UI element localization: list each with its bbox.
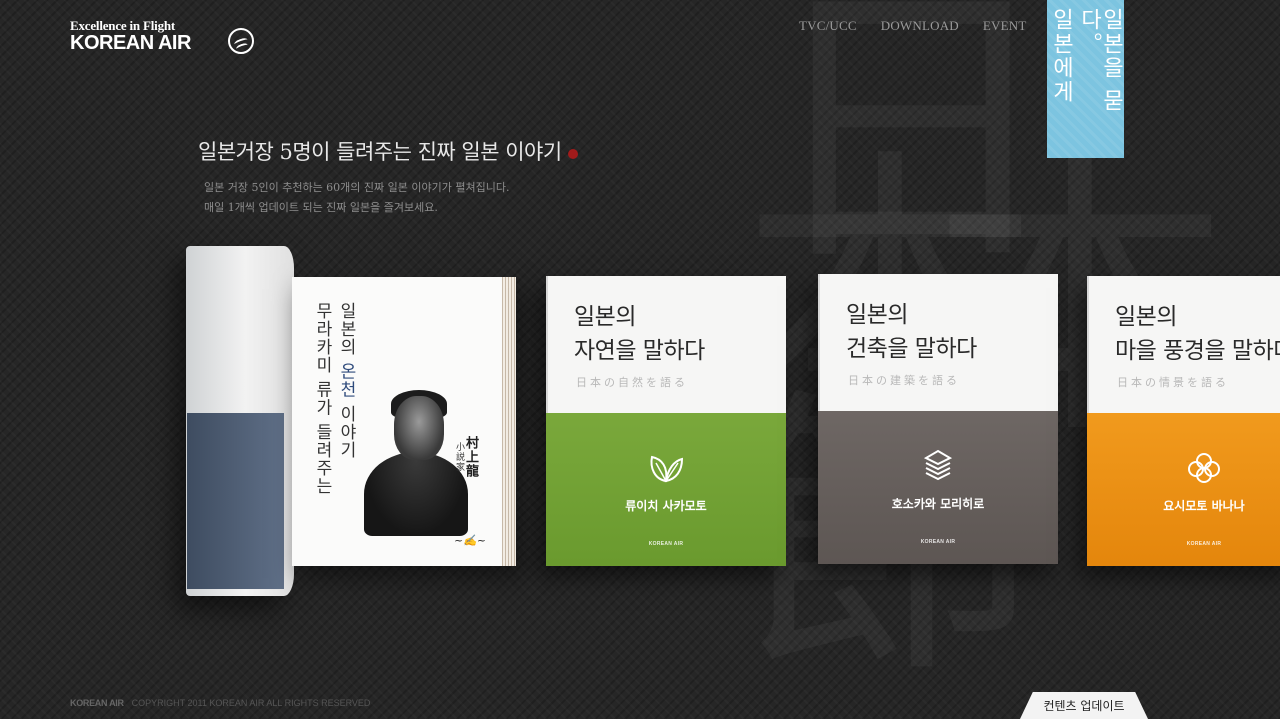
pagoda-icon: [923, 449, 953, 481]
open-book-title-pre: 일본의: [336, 302, 356, 363]
book-cover-flap: [186, 246, 294, 596]
book-korean-air-logo: KOREAN AIR: [1186, 541, 1222, 547]
book-color-band: 호소카와 모리히로 KOREAN AIR: [818, 411, 1058, 564]
book-title-line: 자연을 말하다: [574, 338, 705, 364]
book-title: 일본의 자연을 말하다: [574, 300, 705, 368]
banner-title-line: 일본을 묻다。: [1076, 8, 1124, 113]
book-town-scenery[interactable]: 일본의 마을 풍경을 말하다 日本の情景を語る 요시모토 바나나 KOREAN …: [1087, 276, 1280, 566]
book-architecture[interactable]: 일본의 건축을 말하다 日本の建築を語る 호소카와 모리히로 KOREAN AI…: [818, 274, 1058, 564]
leaf-icon: [650, 455, 684, 483]
red-seal-icon: [567, 148, 578, 159]
book-title-line: 일본의: [1115, 304, 1177, 330]
book-title-line: 일본의: [846, 302, 908, 328]
footer-logo: KOREAN AIR: [70, 698, 124, 708]
book-color-band: 류이치 사카모토 KOREAN AIR: [546, 413, 786, 566]
flower-crest-icon: [1188, 453, 1220, 483]
book-author: 호소카와 모리히로: [891, 497, 985, 511]
open-book-title-post: 이야기: [336, 398, 356, 459]
portrait-head: [394, 396, 444, 460]
book-title: 일본의 건축을 말하다: [846, 298, 977, 366]
korean-air-logo[interactable]: Excellence in Flight KOREAN AIR: [70, 18, 260, 58]
page-headline: 일본거장 5명이 들려주는 진짜 일본 이야기: [198, 136, 578, 166]
book-title-line: 건축을 말하다: [846, 336, 977, 362]
book-subtitle-japanese: 日本の自然を語る: [576, 376, 688, 389]
nav-download[interactable]: DOWNLOAD: [881, 18, 959, 34]
footer: KOREAN AIR COPYRIGHT 2011 KOREAN AIR ALL …: [70, 698, 370, 708]
book-author: 류이치 사카모토: [625, 499, 707, 513]
book-title-line: 마을 풍경을 말하다: [1115, 338, 1280, 364]
intro-desc-line: 매일 1개씩 업데이트 되는 진짜 일본을 즐겨보세요.: [204, 201, 438, 214]
content-update-tab[interactable]: 컨텐츠 업데이트: [1020, 692, 1148, 719]
top-nav: TVC/UCC DOWNLOAD EVENT: [799, 18, 1027, 34]
skyteam-emblem-icon: [228, 28, 254, 54]
banner-title-line: 일본에게: [1048, 8, 1074, 104]
book-color-band: 요시모토 바나나 KOREAN AIR: [1087, 413, 1280, 566]
background-calligraphy: 日: [760, 0, 1060, 280]
author-role-kanji: 小説家: [454, 442, 464, 472]
book-korean-air-logo: KOREAN AIR: [920, 539, 956, 545]
author-portrait: [364, 390, 468, 536]
intro-desc-line: 일본 거장 5인이 추천하는 60개의 진짜 일본 이야기가 펼쳐집니다.: [204, 181, 510, 194]
book-title-line: 일본의: [574, 304, 636, 330]
book-cover-band: [187, 413, 284, 589]
author-signature: ~✍~: [454, 534, 487, 547]
book-subtitle-japanese: 日本の建築を語る: [848, 374, 960, 387]
intro-description: 일본 거장 5인이 추천하는 60개의 진짜 일본 이야기가 펼쳐집니다. 매일…: [204, 178, 509, 218]
headline-text: 일본거장 5명이 들려주는 진짜 일본 이야기: [198, 140, 562, 164]
logo-wordmark: KOREAN AIR: [70, 32, 191, 54]
campaign-banner[interactable]: 일본을 묻다。 일본에게: [1047, 0, 1124, 158]
open-book-title-highlight: 온천: [336, 362, 356, 399]
book-title: 일본의 마을 풍경을 말하다: [1115, 300, 1280, 368]
book-korean-air-logo: KOREAN AIR: [648, 541, 684, 547]
book-author: 요시모토 바나나: [1163, 499, 1245, 513]
open-book-narrator: 무라카미 류가 들려주는: [312, 302, 332, 495]
book-subtitle-japanese: 日本の情景を語る: [1117, 376, 1229, 389]
open-book-title: 일본의 온천 이야기: [334, 302, 359, 459]
nav-event[interactable]: EVENT: [983, 18, 1027, 34]
open-book-hot-springs[interactable]: 일본의 온천 이야기 무라카미 류가 들려주는 村上龍 小説家 ~✍~: [186, 246, 518, 598]
footer-copyright: COPYRIGHT 2011 KOREAN AIR ALL RIGHTS RES…: [131, 698, 371, 708]
nav-tvc-ucc[interactable]: TVC/UCC: [799, 18, 857, 34]
book-nature[interactable]: 일본의 자연을 말하다 日本の自然を語る 류이치 사카모토 KOREAN AIR: [546, 276, 786, 566]
